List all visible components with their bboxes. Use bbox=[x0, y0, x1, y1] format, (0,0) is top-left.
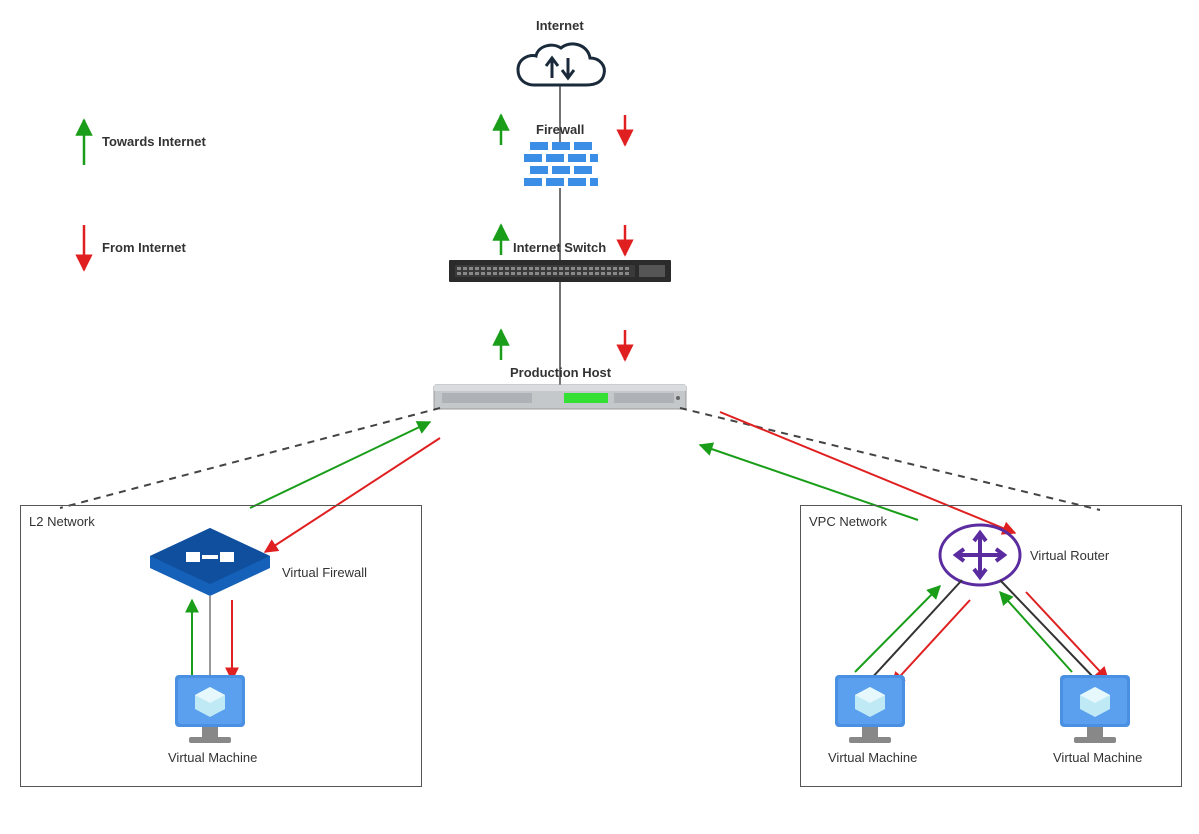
internet-switch-icon bbox=[449, 260, 671, 282]
vm-label-l2: Virtual Machine bbox=[168, 750, 257, 765]
production-host-label: Production Host bbox=[510, 365, 611, 380]
vm-label-vpc-right: Virtual Machine bbox=[1053, 750, 1142, 765]
internet-cloud-icon bbox=[518, 44, 604, 85]
legend-towards-label: Towards Internet bbox=[102, 134, 206, 149]
virtual-router-label: Virtual Router bbox=[1030, 548, 1109, 563]
vpc-network-box: VPC Network bbox=[800, 505, 1182, 787]
l2-network-title: L2 Network bbox=[29, 514, 95, 529]
legend-from-label: From Internet bbox=[102, 240, 186, 255]
firewall-icon bbox=[524, 142, 598, 186]
conn-host-l2 bbox=[60, 408, 440, 508]
vm-label-vpc-left: Virtual Machine bbox=[828, 750, 917, 765]
virtual-firewall-label: Virtual Firewall bbox=[282, 565, 367, 580]
firewall-label: Firewall bbox=[536, 122, 584, 137]
production-host-icon bbox=[434, 385, 686, 409]
conn-host-vpc bbox=[680, 408, 1100, 510]
l2-network-box: L2 Network bbox=[20, 505, 422, 787]
vpc-network-title: VPC Network bbox=[809, 514, 887, 529]
arrow-up-l2 bbox=[250, 422, 430, 508]
internet-label: Internet bbox=[536, 18, 584, 33]
internet-switch-label: Internet Switch bbox=[513, 240, 606, 255]
